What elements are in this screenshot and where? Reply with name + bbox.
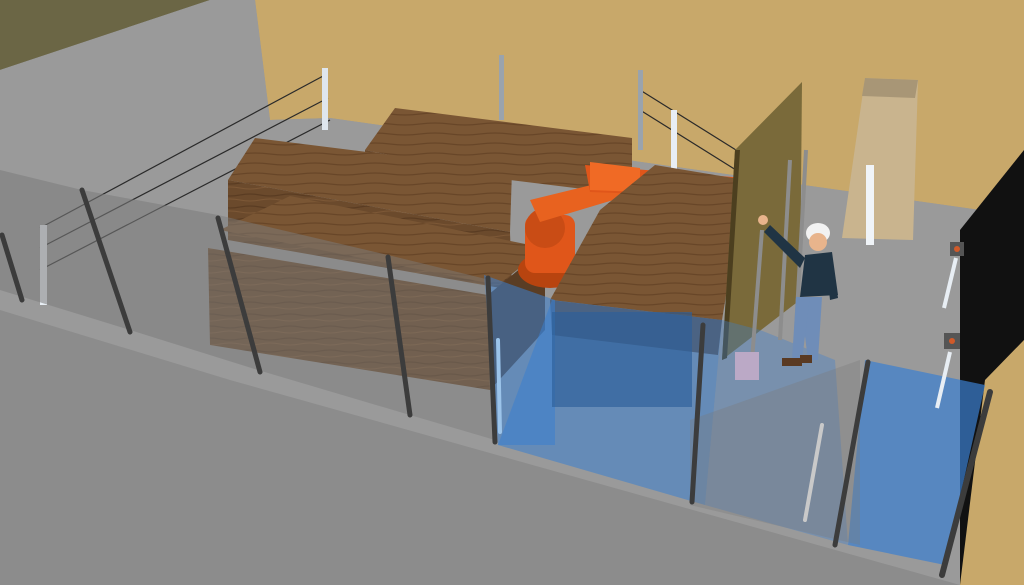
fence-post	[638, 70, 643, 150]
fence-post	[496, 338, 502, 434]
fence-post	[499, 55, 504, 120]
safety-zone-block	[552, 312, 692, 407]
fence-post	[671, 110, 677, 170]
fence-post	[322, 68, 328, 130]
robot-cell-scene	[0, 0, 1024, 585]
